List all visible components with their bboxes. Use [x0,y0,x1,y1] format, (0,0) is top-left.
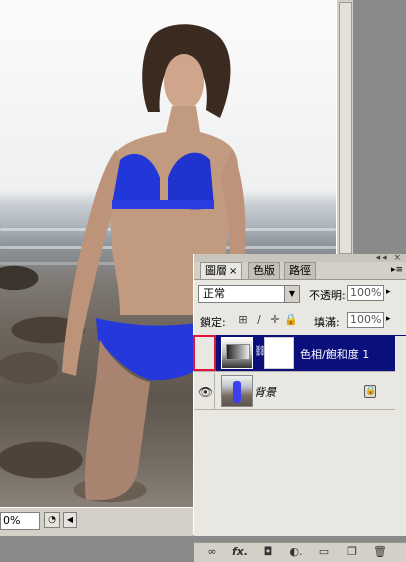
tab-layers-label: 圖層 [205,264,227,277]
link-icon[interactable]: ∞ [204,545,220,559]
adjustment-thumbnail[interactable] [221,337,253,369]
lock-row: 鎖定: ⊞ ∕ ✛ 🔒 填滿: 100% ▸ [194,311,406,333]
trash-icon[interactable]: 🗑 [372,545,388,559]
chevron-down-icon[interactable]: ▼ [284,286,299,302]
opacity-field[interactable]: 100% [347,285,384,301]
fx-icon[interactable]: fx. [232,545,248,559]
transparent-lock-icon[interactable]: ⊞ [236,313,250,327]
tab-layers[interactable]: 圖層 × [200,262,243,280]
zoom-field[interactable]: 0% [0,512,40,530]
layers-panel-body: 正常 ▼ 不透明: 100% ▸ 鎖定: ⊞ ∕ ✛ 🔒 填滿: 100% ▸ … [193,279,406,562]
status-menu-button[interactable]: ◔ [44,512,60,528]
tab-channels-label: 色版 [253,264,275,277]
panel-title-bar[interactable]: ◂◂ × [194,254,406,263]
status-bar: 0% ◔ ◀ [0,507,193,536]
eye-icon: 👁 [198,385,214,399]
hue-saturation-icon [226,344,250,360]
panel-window-controls[interactable]: ◂◂ × [376,254,403,263]
fill-label: 填滿: [314,316,340,329]
panel-menu-icon[interactable]: ▸≡ [390,264,404,276]
fill-arrow-icon[interactable]: ▸ [386,314,391,324]
layers-panel: ◂◂ × 圖層 × 色版 路徑 ▸≡ 正常 ▼ 不透明: 100% ▸ 鎖定: ⊞… [193,254,406,562]
scrollbar-thumb[interactable] [339,2,352,254]
scroll-left-button[interactable]: ◀ [63,512,77,528]
opacity-label: 不透明: [309,289,346,302]
tab-close-icon[interactable]: × [229,266,237,277]
layer-row-background[interactable]: 👁 背景 🔒 [194,373,406,410]
layer-mask-thumbnail[interactable] [264,337,294,369]
thumbnail-figure [233,381,241,403]
folder-icon[interactable]: ▭ [316,545,332,559]
fill-field[interactable]: 100% [347,312,384,328]
layers-bottom-toolbar: ∞ fx. ◘ ◐. ▭ ❐ 🗑 [194,542,406,562]
blend-mode-value: 正常 [203,287,225,300]
padlock-icon[interactable]: 🔒 [284,313,298,327]
layer-name[interactable]: 色相/飽和度 1 [300,346,369,362]
layer-thumbnail[interactable] [221,375,253,407]
lock-label: 鎖定: [200,316,226,329]
layers-list-scrollbar[interactable] [395,336,406,536]
layer-name[interactable]: 背景 [254,384,276,400]
brush-lock-icon[interactable]: ∕ [252,313,266,327]
blend-mode-select[interactable]: 正常 ▼ [198,285,300,303]
bikini-band [112,200,214,209]
tab-paths-label: 路徑 [289,264,311,277]
subject-face [164,54,204,110]
move-lock-icon[interactable]: ✛ [268,313,282,327]
new-layer-icon[interactable]: ❐ [344,545,360,559]
layer-visibility-toggle[interactable]: 👁 [194,373,215,409]
opacity-arrow-icon[interactable]: ▸ [386,287,391,297]
lock-icon: 🔒 [364,385,377,398]
layer-visibility-toggle[interactable] [193,335,216,371]
tab-paths[interactable]: 路徑 [284,262,316,279]
adjustment-icon[interactable]: ◐. [288,545,304,559]
layer-row-hue-saturation[interactable]: ⛓ 色相/飽和度 1 [193,335,406,372]
mask-icon[interactable]: ◘ [260,545,276,559]
tab-channels[interactable]: 色版 [248,262,280,279]
